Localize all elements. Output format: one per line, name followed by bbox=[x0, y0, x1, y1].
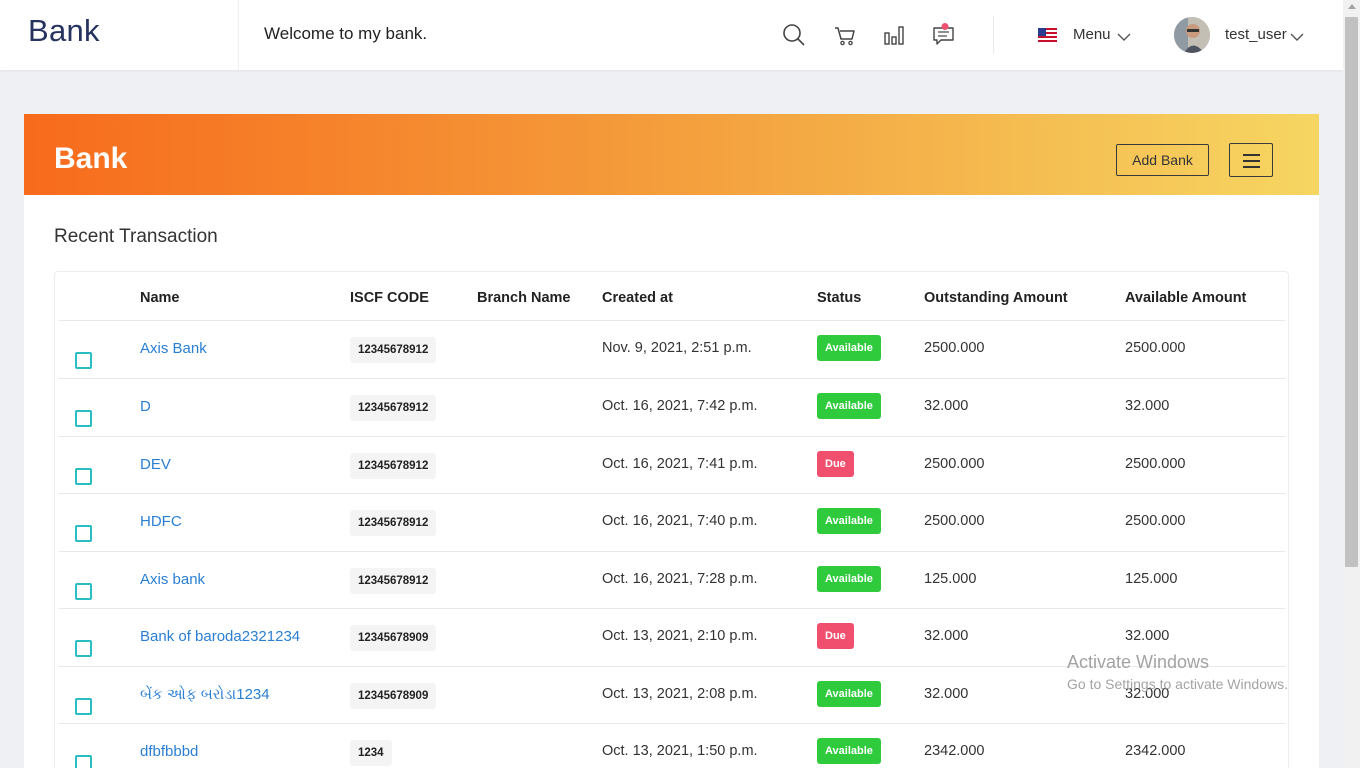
table-row: dfbfbbbd 1234 Oct. 13, 2021, 1:50 p.m. A… bbox=[59, 723, 1285, 768]
bank-name-link[interactable]: Axis Bank bbox=[140, 340, 207, 357]
iscf-code-badge: 1234 bbox=[350, 740, 392, 766]
hamburger-menu-button[interactable] bbox=[1229, 143, 1273, 177]
bank-name-link[interactable]: D bbox=[140, 398, 151, 415]
bank-name-link[interactable]: Axis bank bbox=[140, 571, 205, 588]
brand-area: Bank bbox=[0, 0, 239, 70]
bank-name-link[interactable]: Bank of baroda2321234 bbox=[140, 628, 300, 645]
column-header-code: ISCF CODE bbox=[350, 290, 429, 306]
status-badge: Available bbox=[817, 335, 881, 361]
scrollbar-thumb[interactable] bbox=[1345, 17, 1358, 567]
status-badge: Due bbox=[817, 623, 854, 649]
watermark-title: Activate Windows bbox=[1067, 652, 1210, 672]
row-checkbox[interactable] bbox=[75, 640, 92, 657]
created-at: Oct. 13, 2021, 2:08 p.m. bbox=[602, 686, 758, 702]
table-row: D 12345678912 Oct. 16, 2021, 7:42 p.m. A… bbox=[59, 378, 1285, 436]
iscf-code-badge: 12345678909 bbox=[350, 683, 437, 709]
page-scrollbar[interactable] bbox=[1343, 0, 1360, 768]
available-amount: 32.000 bbox=[1125, 398, 1170, 414]
available-amount: 2342.000 bbox=[1125, 743, 1186, 759]
brand-logo[interactable]: Bank bbox=[28, 13, 100, 49]
table-row: HDFC 12345678912 Oct. 16, 2021, 7:40 p.m… bbox=[59, 493, 1285, 551]
status-badge: Available bbox=[817, 738, 881, 764]
status-badge: Due bbox=[817, 451, 854, 477]
status-badge: Available bbox=[817, 681, 881, 707]
iscf-code-badge: 12345678912 bbox=[350, 337, 437, 363]
created-at: Oct. 16, 2021, 7:41 p.m. bbox=[602, 456, 758, 472]
navbar-divider bbox=[993, 16, 994, 54]
created-at: Nov. 9, 2021, 2:51 p.m. bbox=[602, 340, 752, 356]
card-header: Bank Add Bank bbox=[24, 114, 1319, 195]
iscf-code-badge: 12345678912 bbox=[350, 568, 437, 594]
search-icon[interactable] bbox=[781, 22, 807, 48]
available-amount: 2500.000 bbox=[1125, 340, 1186, 356]
outstanding-amount: 2500.000 bbox=[924, 513, 985, 529]
outstanding-amount: 125.000 bbox=[924, 571, 977, 587]
table-row: Axis bank 12345678912 Oct. 16, 2021, 7:2… bbox=[59, 551, 1285, 609]
row-checkbox[interactable] bbox=[75, 583, 92, 600]
table-row: DEV 12345678912 Oct. 16, 2021, 7:41 p.m.… bbox=[59, 436, 1285, 494]
row-checkbox[interactable] bbox=[75, 755, 92, 768]
us-flag-icon[interactable] bbox=[1038, 28, 1057, 42]
chat-icon[interactable] bbox=[931, 22, 957, 48]
created-at: Oct. 13, 2021, 1:50 p.m. bbox=[602, 743, 758, 759]
column-header-name: Name bbox=[140, 290, 180, 306]
chevron-down-icon[interactable] bbox=[1117, 29, 1131, 41]
iscf-code-badge: 12345678912 bbox=[350, 510, 437, 536]
bank-name-link[interactable]: HDFC bbox=[140, 513, 182, 530]
column-header-status: Status bbox=[817, 290, 862, 306]
available-amount: 2500.000 bbox=[1125, 513, 1186, 529]
row-checkbox[interactable] bbox=[75, 410, 92, 427]
column-header-outstanding: Outstanding Amount bbox=[924, 290, 1068, 306]
outstanding-amount: 2500.000 bbox=[924, 340, 985, 356]
created-at: Oct. 13, 2021, 2:10 p.m. bbox=[602, 628, 758, 644]
row-checkbox[interactable] bbox=[75, 352, 92, 369]
avatar[interactable] bbox=[1174, 17, 1210, 53]
table-row: Axis Bank 12345678912 Nov. 9, 2021, 2:51… bbox=[59, 320, 1285, 378]
available-amount: 32.000 bbox=[1125, 628, 1170, 644]
iscf-code-badge: 12345678912 bbox=[350, 453, 437, 479]
created-at: Oct. 16, 2021, 7:40 p.m. bbox=[602, 513, 758, 529]
row-checkbox[interactable] bbox=[75, 525, 92, 542]
created-at: Oct. 16, 2021, 7:42 p.m. bbox=[602, 398, 758, 414]
bank-name-link[interactable]: dfbfbbbd bbox=[140, 743, 198, 760]
iscf-code-badge: 12345678912 bbox=[350, 395, 437, 421]
watermark-subtitle: Go to Settings to activate Windows. bbox=[1067, 676, 1288, 692]
hamburger-icon-bar bbox=[1243, 160, 1260, 162]
section-title: Recent Transaction bbox=[54, 226, 218, 247]
chart-icon[interactable] bbox=[881, 22, 907, 48]
user-dropdown-label[interactable]: test_user bbox=[1225, 26, 1287, 43]
bank-name-link[interactable]: બેંક ઓફ બરોડા1234 bbox=[140, 686, 270, 703]
welcome-text: Welcome to my bank. bbox=[264, 24, 428, 43]
outstanding-amount: 2500.000 bbox=[924, 456, 985, 472]
cart-icon[interactable] bbox=[832, 22, 858, 48]
available-amount: 125.000 bbox=[1125, 571, 1178, 587]
outstanding-amount: 32.000 bbox=[924, 686, 969, 702]
column-header-created: Created at bbox=[602, 290, 673, 306]
top-navbar: Bank Welcome to my bank. Menu test_user bbox=[0, 0, 1343, 70]
status-badge: Available bbox=[817, 508, 881, 534]
row-checkbox[interactable] bbox=[75, 698, 92, 715]
outstanding-amount: 32.000 bbox=[924, 628, 969, 644]
chevron-down-icon[interactable] bbox=[1290, 29, 1304, 41]
outstanding-amount: 2342.000 bbox=[924, 743, 985, 759]
hamburger-icon-bar bbox=[1243, 166, 1260, 168]
outstanding-amount: 32.000 bbox=[924, 398, 969, 414]
transaction-table: Name ISCF CODE Branch Name Created at St… bbox=[54, 271, 1289, 768]
menu-dropdown-label[interactable]: Menu bbox=[1073, 26, 1111, 43]
available-amount: 2500.000 bbox=[1125, 456, 1186, 472]
bank-name-link[interactable]: DEV bbox=[140, 456, 171, 473]
column-header-branch: Branch Name bbox=[477, 290, 571, 306]
scroll-up-arrow-icon[interactable] bbox=[1348, 4, 1356, 9]
column-header-available: Available Amount bbox=[1125, 290, 1247, 306]
row-checkbox[interactable] bbox=[75, 468, 92, 485]
iscf-code-badge: 12345678909 bbox=[350, 625, 437, 651]
status-badge: Available bbox=[817, 393, 881, 419]
status-badge: Available bbox=[817, 566, 881, 592]
page-title: Bank bbox=[54, 142, 128, 175]
created-at: Oct. 16, 2021, 7:28 p.m. bbox=[602, 571, 758, 587]
windows-activation-watermark: Activate Windows Go to Settings to activ… bbox=[1067, 652, 1288, 692]
hamburger-icon bbox=[1243, 154, 1260, 156]
add-bank-button[interactable]: Add Bank bbox=[1116, 144, 1209, 176]
